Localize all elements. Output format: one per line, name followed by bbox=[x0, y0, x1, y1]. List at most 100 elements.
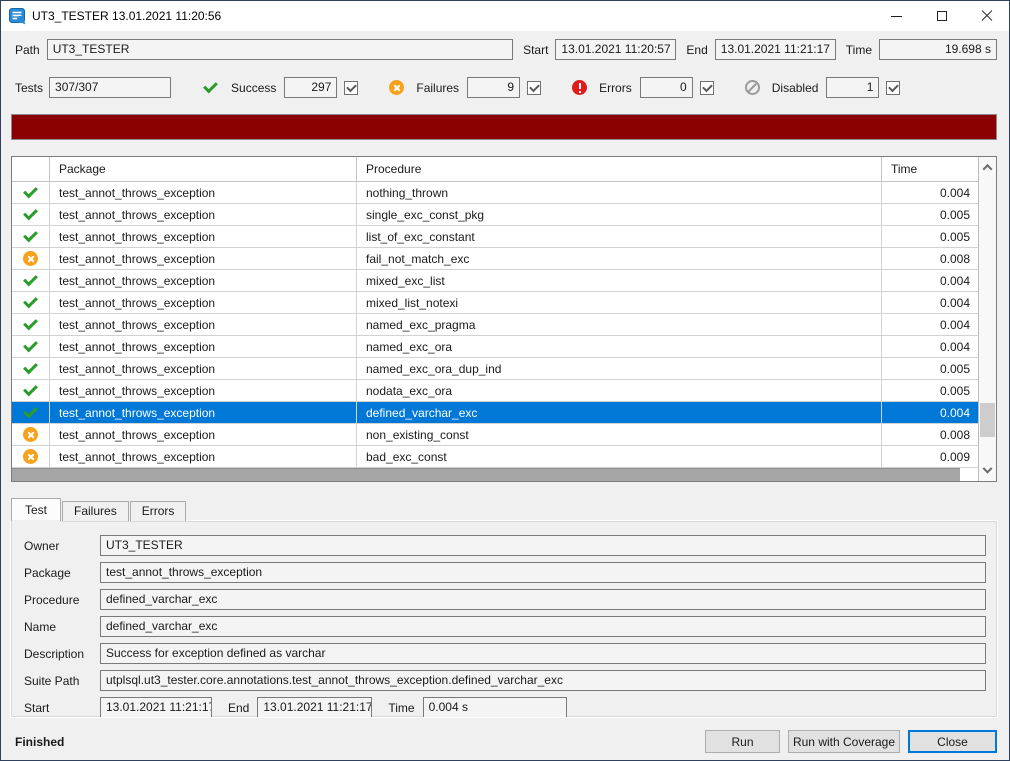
close-window-button[interactable] bbox=[964, 1, 1009, 31]
row-time-cell: 0.004 bbox=[882, 314, 978, 335]
table-row[interactable]: test_annot_throws_exceptionnamed_exc_pra… bbox=[12, 314, 978, 336]
row-package-cell: test_annot_throws_exception bbox=[50, 182, 357, 203]
table-row[interactable]: test_annot_throws_exceptionlist_of_exc_c… bbox=[12, 226, 978, 248]
vertical-scrollbar[interactable] bbox=[978, 157, 996, 481]
run-status-text: Finished bbox=[15, 735, 697, 749]
failure-x-icon bbox=[23, 449, 38, 464]
table-row[interactable]: test_annot_throws_exceptionnodata_exc_or… bbox=[12, 380, 978, 402]
tab-failures[interactable]: Failures bbox=[62, 501, 129, 521]
table-row[interactable]: test_annot_throws_exceptionnothing_throw… bbox=[12, 182, 978, 204]
table-row[interactable]: test_annot_throws_exceptiondefined_varch… bbox=[12, 402, 978, 424]
disabled-count-field[interactable]: 1 bbox=[826, 77, 879, 98]
maximize-icon bbox=[937, 11, 947, 21]
end-field[interactable]: 13.01.2021 11:21:17 bbox=[715, 39, 836, 60]
table-row[interactable]: test_annot_throws_exceptionsingle_exc_co… bbox=[12, 204, 978, 226]
start-label: Start bbox=[523, 43, 548, 57]
row-package-cell: test_annot_throws_exception bbox=[50, 358, 357, 379]
row-procedure-cell: named_exc_pragma bbox=[357, 314, 882, 335]
table-row[interactable]: test_annot_throws_exceptionnamed_exc_ora… bbox=[12, 358, 978, 380]
tab-strip: Test Failures Errors bbox=[11, 498, 997, 521]
run-button[interactable]: Run bbox=[705, 730, 780, 753]
detail-package-field[interactable]: test_annot_throws_exception bbox=[100, 562, 986, 583]
run-with-coverage-button[interactable]: Run with Coverage bbox=[788, 730, 900, 753]
row-time-cell: 0.008 bbox=[882, 248, 978, 269]
detail-procedure-label: Procedure bbox=[24, 593, 100, 607]
row-procedure-cell: mixed_exc_list bbox=[357, 270, 882, 291]
detail-time-label: Time bbox=[388, 701, 414, 715]
errors-stat-group: Errors 0 bbox=[572, 77, 714, 98]
row-procedure-cell: list_of_exc_constant bbox=[357, 226, 882, 247]
row-status-cell bbox=[12, 226, 50, 247]
row-time-cell: 0.005 bbox=[882, 358, 978, 379]
row-status-cell bbox=[12, 380, 50, 401]
progress-bar bbox=[12, 115, 996, 139]
start-field[interactable]: 13.01.2021 11:20:57 bbox=[555, 39, 676, 60]
detail-end-field[interactable]: 13.01.2021 11:21:17 bbox=[257, 697, 372, 718]
time-column-header[interactable]: Time bbox=[882, 157, 978, 181]
close-button[interactable]: Close bbox=[908, 730, 997, 753]
row-package-cell: test_annot_throws_exception bbox=[50, 424, 357, 445]
success-count-field[interactable]: 297 bbox=[284, 77, 337, 98]
errors-label: Errors bbox=[599, 81, 632, 95]
detail-time-field[interactable]: 0.004 s bbox=[423, 697, 567, 718]
row-package-cell: test_annot_throws_exception bbox=[50, 270, 357, 291]
row-procedure-cell: mixed_list_notexi bbox=[357, 292, 882, 313]
success-stat-group: Success 297 bbox=[202, 77, 358, 98]
path-field[interactable]: UT3_TESTER bbox=[47, 39, 513, 60]
table-row[interactable]: test_annot_throws_exceptionfail_not_matc… bbox=[12, 248, 978, 270]
row-status-cell bbox=[12, 336, 50, 357]
minimize-button[interactable] bbox=[874, 1, 919, 31]
table-header-row: Package Procedure Time bbox=[12, 157, 978, 182]
test-stats-row: Tests 307/307 Success 297 Failures 9 Err… bbox=[15, 77, 997, 98]
scroll-up-button[interactable] bbox=[979, 159, 996, 175]
detail-end-label: End bbox=[228, 701, 249, 715]
errors-count-field[interactable]: 0 bbox=[640, 77, 693, 98]
row-status-cell bbox=[12, 424, 50, 445]
name-field[interactable]: defined_varchar_exc bbox=[100, 616, 986, 637]
procedure-column-header[interactable]: Procedure bbox=[357, 157, 882, 181]
description-field[interactable]: Success for exception defined as varchar bbox=[100, 643, 986, 664]
row-time-cell: 0.008 bbox=[882, 424, 978, 445]
minimize-icon bbox=[891, 16, 902, 17]
tests-count-field[interactable]: 307/307 bbox=[49, 77, 171, 98]
footer-bar: Finished Run Run with Coverage Close bbox=[15, 730, 997, 753]
success-check-icon bbox=[22, 361, 39, 376]
package-column-header[interactable]: Package bbox=[50, 157, 357, 181]
row-status-cell bbox=[12, 204, 50, 225]
tab-test[interactable]: Test bbox=[11, 498, 61, 521]
suite-path-field[interactable]: utplsql.ut3_tester.core.annotations.test… bbox=[100, 670, 986, 691]
table-row[interactable]: test_annot_throws_exceptionnon_existing_… bbox=[12, 424, 978, 446]
failures-checkbox[interactable] bbox=[527, 81, 541, 95]
row-procedure-cell: nodata_exc_ora bbox=[357, 380, 882, 401]
owner-field[interactable]: UT3_TESTER bbox=[100, 535, 986, 556]
run-summary-row: Path UT3_TESTER Start 13.01.2021 11:20:5… bbox=[15, 39, 997, 60]
row-procedure-cell: non_existing_const bbox=[357, 424, 882, 445]
disabled-prohibition-icon bbox=[745, 80, 760, 95]
disabled-checkbox[interactable] bbox=[886, 81, 900, 95]
maximize-button[interactable] bbox=[919, 1, 964, 31]
app-icon bbox=[9, 8, 26, 25]
scroll-down-button[interactable] bbox=[979, 463, 996, 479]
tab-errors[interactable]: Errors bbox=[130, 501, 187, 521]
success-check-icon bbox=[22, 339, 39, 354]
errors-checkbox[interactable] bbox=[700, 81, 714, 95]
table-row[interactable]: test_annot_throws_exceptionnamed_exc_ora… bbox=[12, 336, 978, 358]
row-package-cell: test_annot_throws_exception bbox=[50, 248, 357, 269]
scrollbar-thumb[interactable] bbox=[980, 403, 995, 437]
row-status-cell bbox=[12, 402, 50, 423]
table-row[interactable]: test_annot_throws_exceptionbad_exc_const… bbox=[12, 446, 978, 468]
horizontal-scrollbar[interactable] bbox=[12, 468, 960, 481]
success-checkbox[interactable] bbox=[344, 81, 358, 95]
row-package-cell: test_annot_throws_exception bbox=[50, 380, 357, 401]
detail-procedure-field[interactable]: defined_varchar_exc bbox=[100, 589, 986, 610]
detail-start-field[interactable]: 13.01.2021 11:21:17 bbox=[100, 697, 212, 718]
table-row[interactable]: test_annot_throws_exceptionmixed_list_no… bbox=[12, 292, 978, 314]
window-title: UT3_TESTER 13.01.2021 11:20:56 bbox=[32, 9, 874, 23]
success-check-icon bbox=[22, 383, 39, 398]
row-package-cell: test_annot_throws_exception bbox=[50, 226, 357, 247]
status-column-header[interactable] bbox=[12, 157, 50, 181]
failures-count-field[interactable]: 9 bbox=[467, 77, 520, 98]
table-row[interactable]: test_annot_throws_exceptionmixed_exc_lis… bbox=[12, 270, 978, 292]
close-icon bbox=[981, 10, 993, 22]
time-field[interactable]: 19.698 s bbox=[879, 39, 997, 60]
